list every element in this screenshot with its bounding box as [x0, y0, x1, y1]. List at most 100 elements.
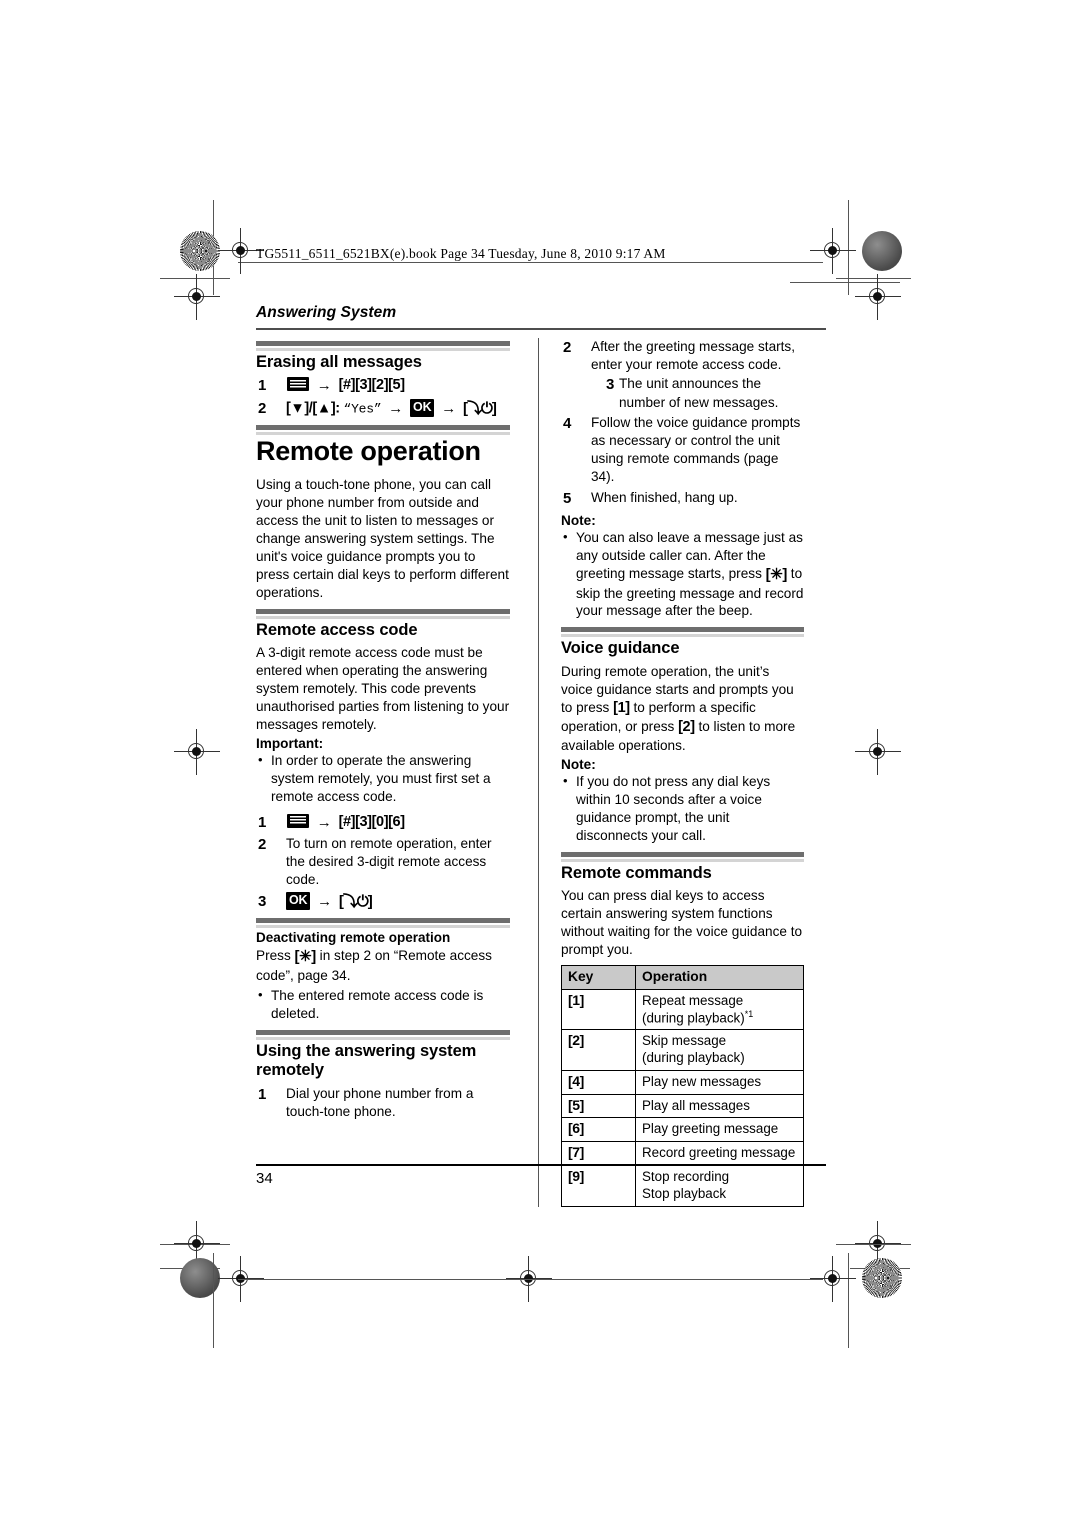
- cell-operation: Play greeting message: [635, 1117, 804, 1143]
- steps-remote-access-code: → [#][3][0][6] To turn on remote operati…: [256, 813, 510, 912]
- section-rule: [256, 1029, 510, 1037]
- arrow-icon: →: [316, 813, 332, 831]
- registration-mark-bottom-right: [810, 1256, 856, 1302]
- cell-operation: Play new messages: [635, 1069, 804, 1095]
- section-rule: [561, 851, 804, 859]
- crop-line-vertical-left-top: [213, 200, 214, 295]
- registration-mark-top-left: [218, 228, 264, 274]
- registration-mark-upper-right: [855, 274, 901, 320]
- trim-line-bottom-right: [850, 1268, 910, 1269]
- operation-text: Skip message (during playback): [642, 1033, 745, 1066]
- crop-line-horizontal-topright: [836, 278, 911, 279]
- registration-mark-lower-left: [174, 1221, 220, 1267]
- deactivating-text-before: Press: [256, 948, 291, 964]
- two-column-body: Erasing all messages → [#][3][2][5] [▼]/…: [256, 338, 826, 1207]
- table-row: [5] Play all messages: [561, 1093, 804, 1119]
- deactivating-bullet-list: The entered remote access code is delete…: [256, 986, 510, 1023]
- remote-commands-intro: You can press dial keys to access certai…: [561, 888, 803, 957]
- book-source-line: TG5511_6511_6521BX(e).book Page 34 Tuesd…: [256, 246, 666, 261]
- step-item: Dial your phone number from a touch-tone…: [258, 1085, 474, 1119]
- key-1-icon: [1]: [613, 699, 630, 716]
- deactivating-text-after: in step 2 on “Remote access code”, page …: [256, 948, 492, 983]
- step-bullet-list: The unit announces the number of new mes…: [591, 375, 804, 411]
- running-head: Answering System: [256, 304, 397, 321]
- gray-density-patch-topright: [862, 231, 902, 271]
- chapter-rule: [256, 425, 510, 433]
- cell-key: [6]: [561, 1117, 636, 1143]
- operation-text: Stop recording Stop playback: [642, 1169, 730, 1202]
- table-row: [2] Skip message (during playback): [561, 1029, 804, 1071]
- column-header-operation: Operation: [635, 964, 804, 990]
- key-2-icon: [2]: [678, 718, 695, 735]
- step-item: [▼]/[▲]: “Yes” → OK → [⤵⏻]: [256, 398, 510, 420]
- cell-operation: Stop recording Stop playback: [635, 1165, 804, 1207]
- section-rule: [256, 608, 510, 616]
- step-item: To turn on remote operation, enter the d…: [258, 835, 492, 888]
- table-row: [6] Play greeting message: [561, 1117, 804, 1143]
- cell-key: [2]: [561, 1029, 636, 1071]
- cell-operation: Record greeting message: [635, 1141, 804, 1167]
- starburst-registration-mark-topleft: [180, 231, 220, 271]
- remote-operation-intro: Using a touch-tone phone, you can call y…: [256, 477, 509, 600]
- deactivating-text: Press [✳] in step 2 on “Remote access co…: [256, 947, 510, 985]
- heading-using-answering-system-remotely: Using the answering system remotely: [256, 1041, 477, 1080]
- starburst-registration-mark-bottomright: [862, 1258, 902, 1298]
- cell-key: [7]: [561, 1141, 636, 1167]
- crop-line-horizontal-bottomright: [836, 1244, 911, 1245]
- heading-erasing-all-messages: Erasing all messages: [256, 353, 422, 371]
- arrow-icon: →: [441, 400, 457, 418]
- chapter-title-remote-operation: Remote operation: [256, 436, 481, 467]
- table-row: [7] Record greeting message: [561, 1141, 804, 1167]
- note-bullet-list: You can also leave a message just as any…: [561, 528, 804, 621]
- registration-mark-upper-left: [174, 274, 220, 320]
- important-label: Important:: [256, 736, 324, 752]
- footnote-marker: *1: [744, 1008, 754, 1019]
- table-header: Key Operation: [561, 964, 804, 990]
- list-item: You can also leave a message just as any…: [561, 528, 804, 621]
- list-item: In order to operate the answering system…: [256, 751, 510, 806]
- trim-line-bottom-left: [160, 1268, 220, 1269]
- arrow-icon: →: [316, 377, 332, 395]
- cell-operation: Repeat message (during playback)*1: [635, 988, 804, 1031]
- table-row: [4] Play new messages: [561, 1069, 804, 1095]
- display-text-yes: “Yes”: [343, 401, 382, 417]
- heading-deactivating-remote-operation: Deactivating remote operation: [256, 930, 451, 946]
- cell-operation: Play all messages: [635, 1093, 804, 1119]
- registration-mark-middle-left: [174, 729, 220, 775]
- page-number: 34: [256, 1170, 273, 1187]
- steps-using-remotely-continued: After the greeting message starts, enter…: [561, 338, 804, 509]
- note-label: Note:: [561, 512, 596, 528]
- step-item: → [#][3][2][5]: [256, 376, 510, 396]
- operation-text: Record greeting message: [642, 1145, 796, 1161]
- crop-line-horizontal-topleft: [160, 278, 230, 279]
- crop-line-vertical-right-bottom: [848, 1253, 849, 1348]
- step-item: Follow the voice guidance prompts as nec…: [563, 414, 801, 485]
- off-power-key-icon: [⤵⏻]: [462, 400, 497, 418]
- column-header-key: Key: [561, 964, 636, 990]
- cell-operation: Skip message (during playback): [635, 1029, 804, 1071]
- operation-text: Play all messages: [642, 1097, 750, 1113]
- gray-density-patch-bottomleft: [180, 1258, 220, 1298]
- header-rule: [256, 328, 826, 330]
- operation-text: Play greeting message: [642, 1121, 779, 1137]
- right-column: After the greeting message starts, enter…: [538, 338, 804, 1207]
- step-item: After the greeting message starts, enter…: [561, 338, 804, 412]
- table-body: [1] Repeat message (during playback)*1 [2…: [561, 988, 804, 1207]
- key-sequence: [#][3][2][5]: [338, 377, 405, 394]
- remote-commands-table: Key Operation [1] Repeat message (during …: [561, 964, 804, 1207]
- ok-key-icon: OK: [286, 891, 311, 911]
- steps-using-remotely: Dial your phone number from a touch-tone…: [256, 1085, 510, 1121]
- table-row: [1] Repeat message (during playback)*1: [561, 988, 804, 1031]
- operation-text: Play new messages: [642, 1073, 762, 1089]
- navigation-key-sequence: [▼]/[▲]:: [286, 400, 340, 417]
- arrow-icon: →: [388, 400, 404, 418]
- footer-rule: [256, 1164, 826, 1166]
- table-row: [9] Stop recording Stop playback: [561, 1165, 804, 1207]
- left-column: Erasing all messages → [#][3][2][5] [▼]/…: [256, 338, 522, 1207]
- menu-icon: [287, 813, 309, 828]
- table-header-row: Key Operation: [561, 964, 804, 990]
- operation-text: Repeat message (during playback): [642, 992, 745, 1026]
- step-item: OK → [⤵⏻]: [256, 891, 510, 913]
- star-key-icon: [✳]: [294, 948, 317, 966]
- steps-erasing-all-messages: → [#][3][2][5] [▼]/[▲]: “Yes” → OK → [⤵⏻…: [256, 376, 510, 419]
